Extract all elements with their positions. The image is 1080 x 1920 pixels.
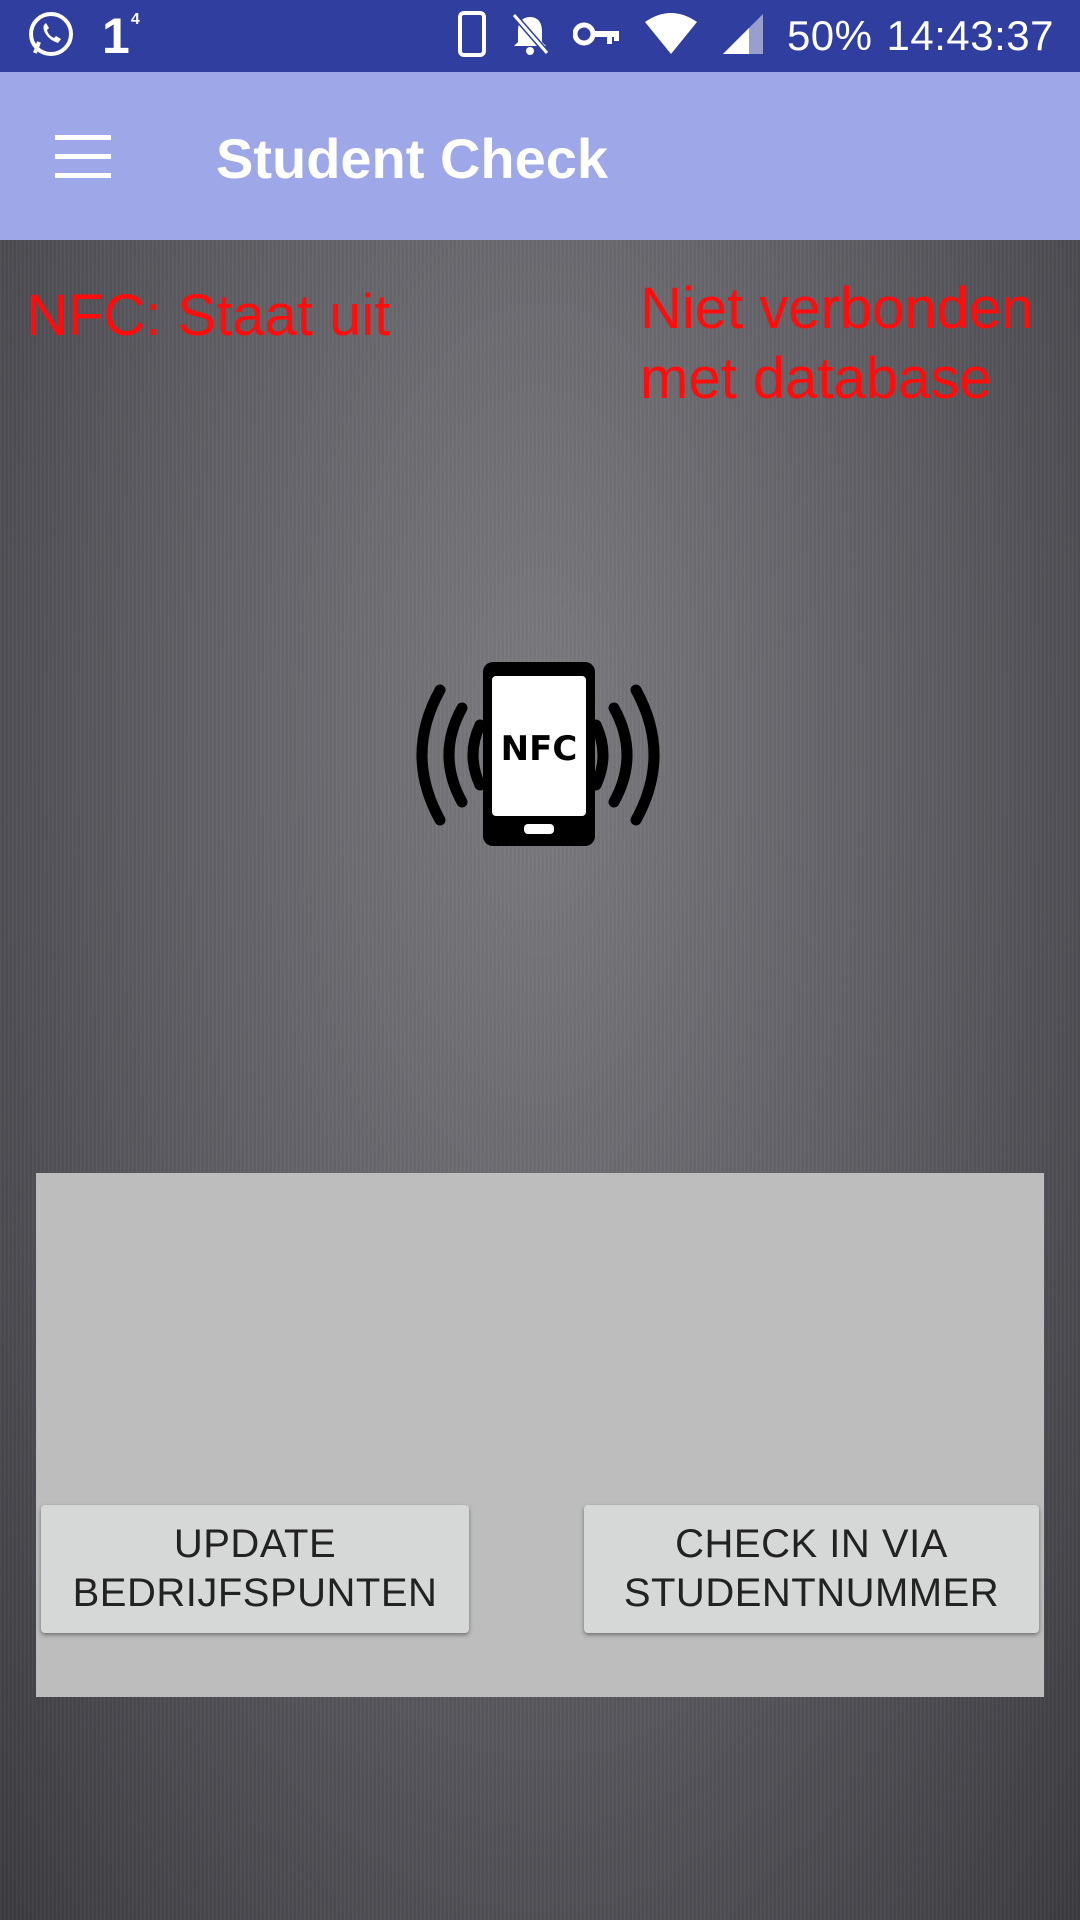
nfc-phone-icon: NFC bbox=[400, 660, 676, 850]
wifi-icon bbox=[643, 12, 699, 61]
battery-percentage: 50% bbox=[786, 12, 873, 59]
check-in-studentnummer-button[interactable]: CHECK IN VIA STUDENTNUMMER bbox=[584, 1505, 1039, 1633]
menu-line bbox=[55, 172, 111, 178]
phone-icon bbox=[457, 10, 487, 62]
whatsapp-icon bbox=[26, 9, 76, 64]
notification-count-value: 1 bbox=[102, 8, 130, 64]
nfc-status-label: NFC: Staat uit bbox=[26, 283, 391, 348]
app-title: Student Check bbox=[216, 127, 609, 190]
app-bar: Student Check bbox=[0, 72, 1080, 240]
menu-line bbox=[55, 153, 111, 159]
status-bar-right: 50% 14:43:37 bbox=[457, 10, 1054, 62]
key-icon bbox=[572, 19, 621, 54]
database-status-line1: Niet verbonden bbox=[640, 276, 1034, 341]
main-content: NFC: Staat uit Niet verbonden met databa… bbox=[0, 240, 1080, 1920]
signal-icon bbox=[721, 12, 765, 61]
update-button-label: UPDATE BEDRIJFSPUNTEN bbox=[73, 1520, 438, 1618]
checkin-button-line1: CHECK IN VIA bbox=[675, 1522, 948, 1566]
bell-off-icon bbox=[509, 11, 551, 62]
notification-count: 14 bbox=[102, 7, 140, 65]
update-bedrijfspunten-button[interactable]: UPDATE BEDRIJFSPUNTEN bbox=[41, 1505, 469, 1633]
database-status-line2: met database bbox=[640, 346, 992, 411]
update-button-line2: BEDRIJFSPUNTEN bbox=[72, 1571, 438, 1615]
checkin-button-label: CHECK IN VIA STUDENTNUMMER bbox=[624, 1520, 999, 1618]
hamburger-menu-icon[interactable] bbox=[40, 116, 126, 196]
nfc-icon-label: NFC bbox=[501, 729, 578, 769]
status-bar: 14 50% 14:43:37 bbox=[0, 0, 1080, 72]
clock: 14:43:37 bbox=[886, 12, 1054, 59]
status-bar-left: 14 bbox=[26, 7, 140, 65]
notification-count-sup: 4 bbox=[130, 11, 140, 28]
checkin-button-line2: STUDENTNUMMER bbox=[623, 1571, 1000, 1615]
update-button-line1: UPDATE bbox=[173, 1522, 337, 1566]
menu-line bbox=[55, 134, 111, 140]
database-status-label: Niet verbonden met database bbox=[640, 274, 1033, 414]
